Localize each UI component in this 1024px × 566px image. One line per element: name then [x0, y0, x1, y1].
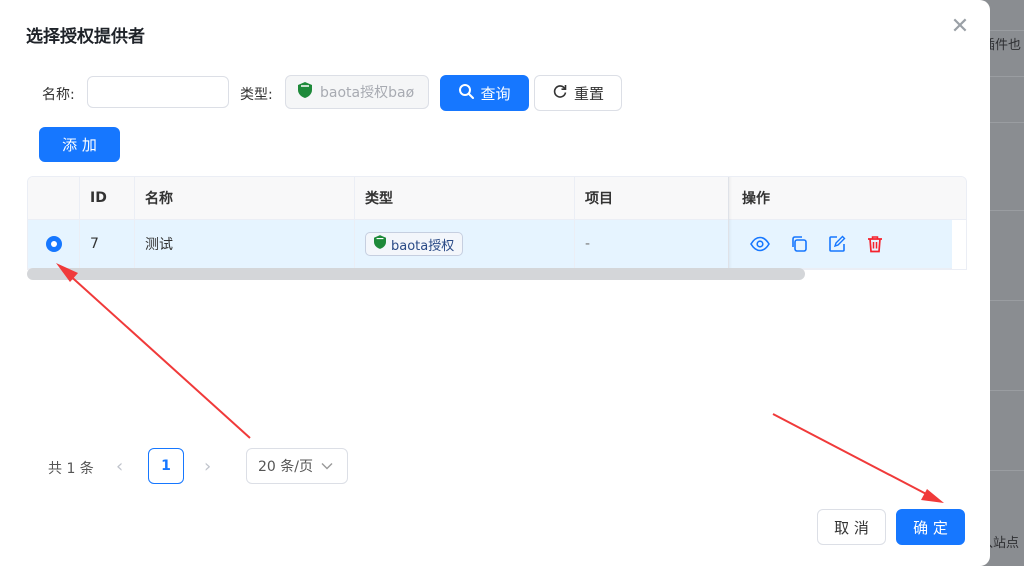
background-divider: [990, 76, 1024, 77]
view-eye-icon[interactable]: [750, 236, 770, 252]
name-filter-input[interactable]: [87, 76, 229, 108]
background-divider: [990, 390, 1024, 391]
name-filter-label: 名称:: [42, 87, 75, 103]
header-actions: 操作: [742, 191, 770, 207]
shield-icon: [298, 82, 312, 102]
pagination-prev-icon[interactable]: ‹: [116, 456, 123, 477]
row-name: 测试: [135, 220, 355, 268]
row-id: 7: [80, 220, 135, 268]
fixed-column-shadow: [728, 177, 732, 269]
confirm-button-label: 确 定: [913, 518, 948, 537]
row-radio[interactable]: [46, 236, 62, 252]
page-size-value: 20 条/页: [258, 459, 313, 475]
add-button[interactable]: 添 加: [39, 127, 120, 162]
background-page: 插件也 入站点: [980, 0, 1024, 566]
background-divider: [990, 210, 1024, 211]
header-id: ID: [80, 177, 135, 219]
type-tag: baota授权: [365, 232, 464, 256]
cancel-button[interactable]: 取 消: [817, 509, 886, 545]
table-header: ID 名称 类型 项目 操作: [28, 177, 966, 220]
search-icon: [458, 83, 475, 103]
row-select-cell[interactable]: [28, 220, 80, 268]
pagination-total: 共 1 条: [48, 461, 94, 477]
reset-button-label: 重置: [573, 84, 604, 103]
type-filter-value: baota授权baø: [320, 85, 415, 101]
header-project: 项目: [575, 177, 729, 219]
edit-icon[interactable]: [828, 235, 846, 253]
table-horizontal-scrollbar[interactable]: [27, 268, 805, 280]
page-size-select[interactable]: 20 条/页: [246, 448, 348, 484]
dialog-title: 选择授权提供者: [26, 27, 145, 47]
header-name: 名称: [135, 177, 355, 219]
shield-icon: [374, 235, 386, 253]
background-divider: [990, 470, 1024, 471]
cancel-button-label: 取 消: [834, 518, 869, 537]
type-tag-label: baota授权: [391, 238, 455, 254]
row-actions: [732, 220, 952, 268]
confirm-button[interactable]: 确 定: [896, 509, 965, 545]
type-filter-select[interactable]: baota授权baø: [285, 75, 429, 109]
copy-icon[interactable]: [790, 235, 808, 253]
query-button[interactable]: 查询: [440, 75, 529, 111]
header-type: 类型: [355, 177, 575, 219]
provider-table: ID 名称 类型 项目 操作 7 测试 baota授权 -: [27, 176, 967, 270]
reset-button[interactable]: 重置: [534, 75, 622, 111]
background-divider: [990, 300, 1024, 301]
pagination-page-1[interactable]: 1: [148, 448, 184, 484]
pagination-next-icon[interactable]: ›: [204, 456, 211, 477]
row-project: -: [575, 220, 729, 268]
select-provider-dialog: 选择授权提供者 ✕ 名称: 类型: baota授权baø 查询 重置 添 加 I…: [0, 0, 990, 566]
close-icon[interactable]: ✕: [949, 16, 971, 38]
delete-trash-icon[interactable]: [866, 235, 884, 253]
chevron-down-icon: [321, 458, 333, 474]
background-divider: [990, 122, 1024, 123]
refresh-icon: [552, 83, 568, 103]
type-filter-label: 类型:: [240, 87, 273, 103]
row-type-cell: baota授权: [355, 220, 575, 268]
table-row[interactable]: 7 测试 baota授权 -: [28, 220, 952, 269]
add-button-label: 添 加: [62, 136, 97, 154]
header-select: [28, 177, 80, 219]
query-button-label: 查询: [480, 84, 511, 103]
background-divider: [990, 30, 1024, 31]
